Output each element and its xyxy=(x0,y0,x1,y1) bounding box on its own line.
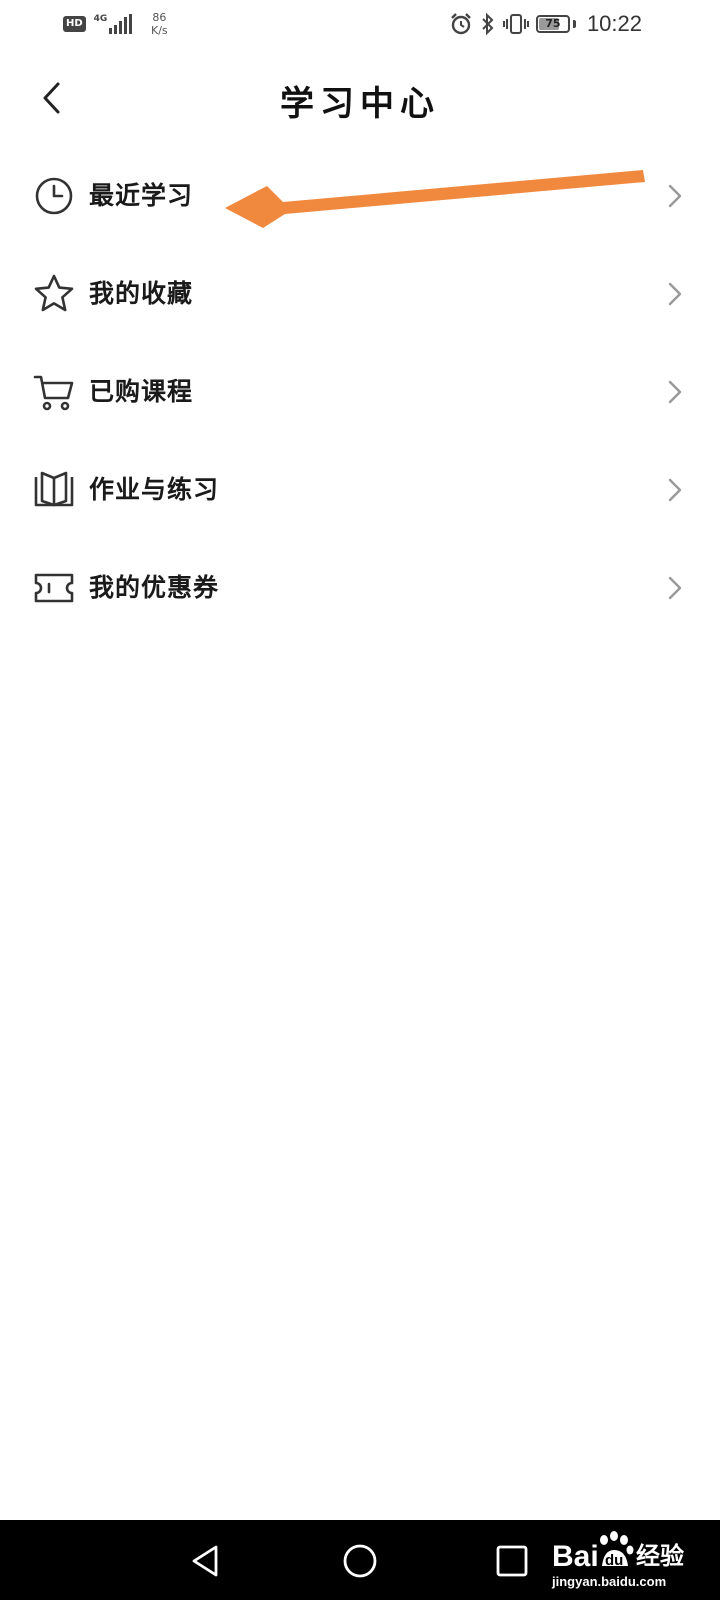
network-type: 4G xyxy=(93,14,108,24)
chevron-right-icon xyxy=(668,576,682,600)
vibrate-icon xyxy=(502,14,529,34)
status-bar: HD 4G 86 K/s 75 10:22 xyxy=(0,0,720,48)
menu-item-recent-study[interactable]: 最近学习 xyxy=(0,147,720,245)
status-time: 10:22 xyxy=(586,11,642,36)
triangle-back-icon xyxy=(192,1545,218,1577)
chevron-right-icon xyxy=(668,380,682,404)
logo-text-bai: Bai xyxy=(552,1540,599,1573)
nav-recents-button[interactable] xyxy=(489,1538,535,1584)
watermark-url: jingyan.baidu.com xyxy=(552,1574,667,1589)
circle-home-icon xyxy=(343,1544,377,1578)
battery-level: 75 xyxy=(545,17,561,30)
menu-item-label: 我的优惠券 xyxy=(89,573,220,602)
speed-value: 86 xyxy=(152,11,167,24)
header: 学习中心 xyxy=(0,58,720,138)
logo-text-du: du xyxy=(605,1552,623,1569)
network-speed: 86 K/s xyxy=(147,11,171,37)
menu-item-label: 最近学习 xyxy=(89,181,194,210)
book-icon xyxy=(34,471,74,507)
signal-icon xyxy=(109,14,133,34)
chevron-right-icon xyxy=(668,184,682,208)
menu-item-homework-practice[interactable]: 作业与练习 xyxy=(0,441,720,539)
clock-icon xyxy=(35,177,73,215)
square-recents-icon xyxy=(496,1545,528,1577)
bluetooth-icon xyxy=(482,12,494,36)
menu-item-purchased-courses[interactable]: 已购课程 xyxy=(0,343,720,441)
paw-icon: du xyxy=(600,1531,634,1569)
logo-text-jingyan: 经验 xyxy=(636,1542,684,1570)
hd-badge: HD xyxy=(63,16,86,32)
menu-item-coupons[interactable]: 我的优惠券 xyxy=(0,539,720,637)
menu-list: 最近学习 我的收藏 已购课程 作业与练习 我的优惠券 xyxy=(0,147,720,637)
menu-item-label: 作业与练习 xyxy=(89,475,220,504)
chevron-right-icon xyxy=(668,478,682,502)
menu-item-label: 我的收藏 xyxy=(89,279,194,308)
menu-item-label: 已购课程 xyxy=(89,377,194,406)
nav-home-button[interactable] xyxy=(337,1538,383,1584)
alarm-icon xyxy=(451,13,471,35)
baidu-logo-icon: Bai du 经验 xyxy=(552,1531,684,1573)
menu-item-favorites[interactable]: 我的收藏 xyxy=(0,245,720,343)
battery-tip xyxy=(572,20,576,28)
baidu-jingyan-watermark: Bai du 经验 jingyan.baidu.com xyxy=(552,1528,712,1594)
ticket-icon xyxy=(34,573,74,603)
speed-unit: K/s xyxy=(151,24,168,37)
status-left: HD 4G 86 K/s xyxy=(63,8,171,40)
status-right: 75 10:22 xyxy=(449,8,642,40)
star-icon xyxy=(34,274,74,312)
battery-icon: 75 xyxy=(535,15,570,33)
page-title: 学习中心 xyxy=(280,84,440,124)
nav-back-button[interactable] xyxy=(183,1538,229,1584)
cart-icon xyxy=(33,375,74,411)
chevron-right-icon xyxy=(668,282,682,306)
